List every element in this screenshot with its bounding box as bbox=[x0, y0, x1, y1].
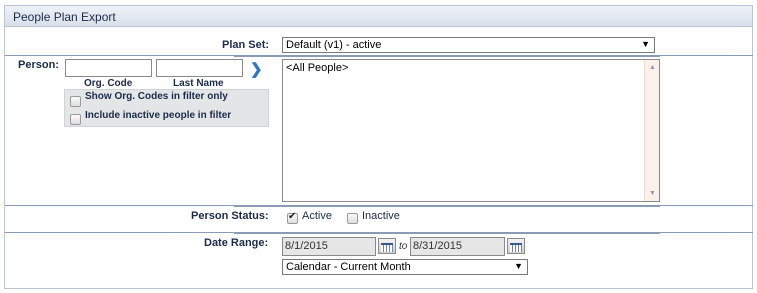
filter-options: Show Org. Codes in filter only Include i… bbox=[64, 89, 269, 127]
active-checkbox[interactable] bbox=[287, 211, 298, 224]
include-inactive-checkbox[interactable] bbox=[70, 114, 81, 125]
org-code-label: Org. Code bbox=[84, 78, 133, 89]
start-date-value: 8/1/2015 bbox=[285, 240, 328, 252]
calendar-icon[interactable] bbox=[507, 238, 525, 254]
person-label: Person: bbox=[18, 59, 59, 71]
date-preset-value: Calendar - Current Month bbox=[286, 261, 411, 273]
separator bbox=[234, 205, 660, 207]
last-name-input[interactable] bbox=[156, 59, 243, 77]
people-plan-export-panel: People Plan Export Plan Set: Default (v1… bbox=[4, 5, 753, 289]
plan-set-label: Plan Set: bbox=[222, 39, 270, 51]
to-label: to bbox=[399, 241, 408, 252]
inactive-checkbox[interactable] bbox=[347, 213, 358, 224]
date-preset-select[interactable]: Calendar - Current Month ▼ bbox=[282, 259, 528, 275]
end-date-input[interactable]: 8/31/2015 bbox=[410, 237, 505, 256]
start-date-input[interactable]: 8/1/2015 bbox=[282, 237, 376, 256]
panel-title: People Plan Export bbox=[13, 10, 116, 24]
list-item[interactable]: <All People> bbox=[286, 62, 348, 74]
people-list[interactable]: <All People> ▲ ▼ bbox=[282, 59, 660, 202]
show-org-codes-checkbox[interactable] bbox=[70, 96, 81, 107]
scroll-up-icon[interactable]: ▲ bbox=[649, 64, 656, 71]
plan-set-value: Default (v1) - active bbox=[286, 39, 382, 51]
plan-set-select[interactable]: Default (v1) - active ▼ bbox=[282, 37, 655, 53]
calendar-icon[interactable] bbox=[378, 238, 396, 254]
last-name-label: Last Name bbox=[173, 78, 224, 89]
chevron-down-icon: ▼ bbox=[514, 261, 523, 271]
scrollbar[interactable]: ▲ ▼ bbox=[644, 60, 659, 201]
active-label: Active bbox=[302, 210, 332, 222]
include-inactive-label: Include inactive people in filter bbox=[85, 110, 232, 121]
separator bbox=[234, 55, 660, 57]
inactive-label: Inactive bbox=[362, 210, 400, 222]
separator bbox=[234, 232, 660, 234]
person-status-label: Person Status: bbox=[191, 210, 269, 222]
scroll-down-icon[interactable]: ▼ bbox=[649, 190, 656, 197]
end-date-value: 8/31/2015 bbox=[413, 240, 462, 252]
org-code-input[interactable] bbox=[65, 59, 152, 77]
show-org-codes-label: Show Org. Codes in filter only bbox=[85, 91, 228, 102]
chevron-down-icon: ▼ bbox=[641, 39, 650, 49]
chevron-right-icon[interactable]: ❯ bbox=[250, 62, 263, 77]
date-range-label: Date Range: bbox=[204, 237, 269, 249]
panel-header: People Plan Export bbox=[5, 6, 752, 27]
